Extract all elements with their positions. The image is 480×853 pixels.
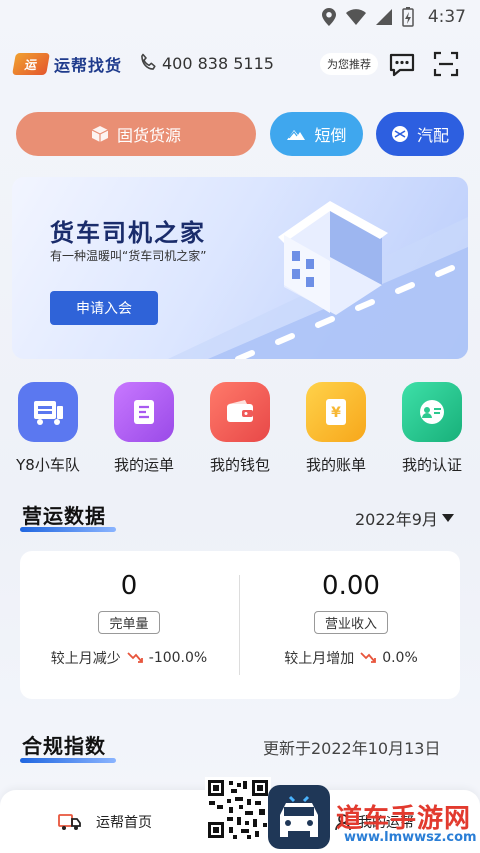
month-value: 2022年9月: [355, 510, 438, 529]
apply-membership-button[interactable]: 申请入会: [50, 291, 158, 325]
banner-subtitle: 有一种温暖叫“货车司机之家”: [50, 249, 207, 263]
message-icon[interactable]: [388, 50, 416, 78]
scan-icon[interactable]: [432, 50, 460, 78]
signal-icon: [375, 9, 392, 25]
shortcut-fleet-label: Y8小车队: [16, 456, 80, 474]
qr-code-image: [205, 777, 271, 841]
stat-divider: [239, 575, 240, 675]
stat-revenue: 0.00 营业收入 较上月增加 0.0%: [246, 571, 456, 668]
trend-down-icon: [127, 652, 143, 663]
app-logo: 运 运帮找货: [12, 52, 123, 76]
nav-home[interactable]: 运帮首页: [58, 812, 152, 832]
shortcut-waybill-label: 我的运单: [113, 456, 174, 474]
trend-down-icon: [360, 652, 377, 663]
shortcut-certification[interactable]: 我的认证: [384, 382, 480, 475]
revenue-tag: 营业收入: [313, 611, 388, 634]
shortcut-fleet[interactable]: Y8小车队: [0, 382, 96, 475]
wifi-icon: [345, 9, 366, 25]
house-road-illustration: [168, 201, 468, 359]
caret-down-icon: [441, 514, 454, 522]
truck-icon: [58, 814, 81, 830]
shortcut-wallet-label: 我的钱包: [209, 456, 270, 474]
short-haul-label: 短倒: [314, 126, 347, 145]
wallet-icon: [210, 382, 270, 442]
completed-orders-compare-label: 较上月减少: [50, 651, 121, 667]
phone-number: 400 838 5115: [162, 53, 274, 73]
shortcut-certification-label: 我的认证: [401, 456, 462, 474]
operations-title: 营运数据: [22, 504, 106, 528]
revenue-compare-label: 较上月增加: [284, 651, 355, 667]
operations-card: 0 完单量 较上月减少 -100.0% 0.00 营业收入 较上月增加 0.0%: [20, 551, 460, 699]
completed-orders-compare-value: -100.0%: [148, 650, 208, 666]
auto-parts-button[interactable]: 汽配: [376, 112, 464, 156]
revenue-value: 0.00: [322, 571, 380, 601]
completed-orders-value: 0: [120, 571, 138, 601]
promo-banner[interactable]: 货车司机之家 有一种温暖叫“货车司机之家” 申请入会: [12, 177, 468, 359]
phone-icon: [141, 53, 156, 70]
car-icon: [280, 795, 318, 837]
bill-icon: ¥: [306, 382, 366, 442]
month-selector[interactable]: 2022年9月: [355, 506, 454, 530]
battery-icon: [402, 7, 414, 27]
hotline[interactable]: 400 838 5115: [138, 53, 274, 73]
location-icon: [321, 8, 336, 26]
svg-text:¥: ¥: [331, 405, 341, 421]
watermark-url: www.lmwwsz.com: [344, 830, 477, 845]
fixed-goods-label: 固货货源: [116, 126, 181, 145]
mountain-icon: [287, 130, 306, 140]
status-bar: 4:37: [0, 0, 480, 34]
logo-text: 运帮找货: [54, 56, 123, 75]
watermark-app-logo: [268, 785, 330, 849]
shortcut-bill[interactable]: ¥ 我的账单: [288, 382, 384, 475]
shortcut-wallet[interactable]: 我的钱包: [192, 382, 288, 475]
fixed-goods-button[interactable]: 固货货源: [16, 112, 256, 156]
shortcut-waybill[interactable]: 我的运单: [96, 382, 192, 475]
completed-orders-compare: 较上月减少 -100.0%: [51, 648, 207, 668]
logo-mark: 运: [12, 53, 50, 75]
nav-home-label: 运帮首页: [96, 815, 152, 831]
auto-parts-label: 汽配: [416, 126, 449, 145]
banner-title: 货车司机之家: [50, 219, 206, 247]
auto-parts-icon: [391, 126, 408, 142]
action-buttons: 固货货源 短倒 汽配: [16, 112, 464, 158]
status-time: 4:37: [427, 7, 466, 27]
waybill-icon: [114, 382, 174, 442]
compliance-updated: 更新于2022年10月13日: [263, 739, 441, 758]
revenue-compare-value: 0.0%: [382, 650, 418, 666]
shortcut-grid: Y8小车队 我的运单 我的钱包 ¥ 我的账单 我的认证: [0, 382, 480, 478]
short-haul-button[interactable]: 短倒: [270, 112, 363, 156]
truck-fleet-icon: [18, 382, 78, 442]
revenue-compare: 较上月增加 0.0%: [284, 648, 418, 668]
recommend-button[interactable]: 为您推荐: [320, 53, 378, 75]
box-icon: [91, 126, 109, 142]
completed-orders-tag: 完单量: [98, 611, 160, 634]
compliance-title: 合规指数: [22, 734, 106, 758]
id-card-icon: [402, 382, 462, 442]
app-header: 运 运帮找货 400 838 5115 为您推荐: [0, 44, 480, 84]
shortcut-bill-label: 我的账单: [305, 456, 366, 474]
stat-completed-orders: 0 完单量 较上月减少 -100.0%: [24, 571, 234, 668]
